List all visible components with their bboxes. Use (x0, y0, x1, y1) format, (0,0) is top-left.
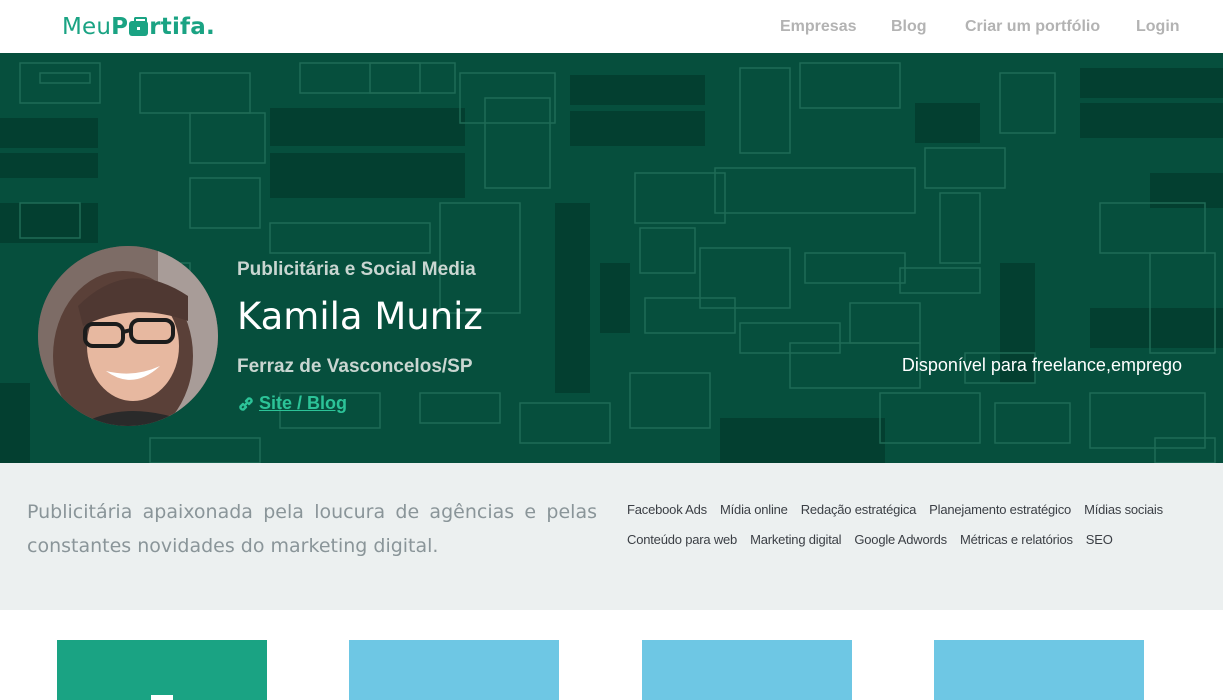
skill-tag: Marketing digital (750, 532, 842, 547)
logo-text-bold-end: rtifa. (149, 14, 215, 40)
nav-link-login[interactable]: Login (1136, 18, 1180, 36)
skill-tag: Google Adwords (854, 532, 947, 547)
image-icon (151, 695, 173, 700)
skill-tag: Mídia online (720, 502, 788, 517)
profile-hero: Publicitária e Social Media Kamila Muniz… (0, 53, 1223, 463)
portfolio-item[interactable] (934, 640, 1144, 700)
profile-name: Kamila Muniz (237, 295, 483, 338)
availability-status: Disponível para freelance,emprego (901, 355, 1182, 375)
logo-text-bold-start: P (111, 14, 129, 40)
skill-tag: Métricas e relatórios (959, 532, 1073, 547)
skill-tag: Conteúdo para web (627, 532, 738, 547)
profile-location: Ferraz de Vasconcelos/SP (237, 356, 473, 377)
nav-link-criar-portfolio[interactable]: Criar um portfólio (965, 18, 1100, 36)
link-icon (239, 396, 253, 411)
nav-link-empresas[interactable]: Empresas (780, 18, 857, 36)
avatar-photo (38, 246, 218, 426)
profile-avatar (38, 246, 218, 426)
skill-tag: Mídias sociais (1084, 502, 1163, 517)
skill-tag: Facebook Ads (627, 502, 707, 517)
portfolio-item[interactable] (349, 640, 559, 700)
about-section: Publicitária apaixonada pela loucura de … (0, 463, 1223, 610)
skill-tag: Planejamento estratégico (929, 502, 1072, 517)
skill-tag: SEO (1085, 532, 1113, 547)
skill-tags: Facebook Ads Mídia online Redação estrat… (627, 501, 1197, 549)
meuportifa-logo[interactable]: Meu P rtifa. (62, 14, 215, 40)
logo-text-light: Meu (62, 14, 112, 40)
site-blog-link-label: Site / Blog (259, 393, 348, 413)
portfolio-item[interactable] (642, 640, 852, 700)
site-blog-link[interactable]: Site / Blog (237, 393, 347, 414)
profile-role: Publicitária e Social Media (237, 259, 476, 280)
logo-text-bold: P rtifa. (111, 14, 215, 40)
briefcase-icon (129, 17, 149, 36)
portfolio-item[interactable] (57, 640, 267, 700)
top-navbar: Meu P rtifa. Empresas Blog Criar um port… (0, 0, 1223, 53)
skill-tag: Redação estratégica (800, 502, 917, 517)
profile-bio: Publicitária apaixonada pela loucura de … (27, 501, 597, 557)
nav-link-blog[interactable]: Blog (891, 18, 927, 36)
